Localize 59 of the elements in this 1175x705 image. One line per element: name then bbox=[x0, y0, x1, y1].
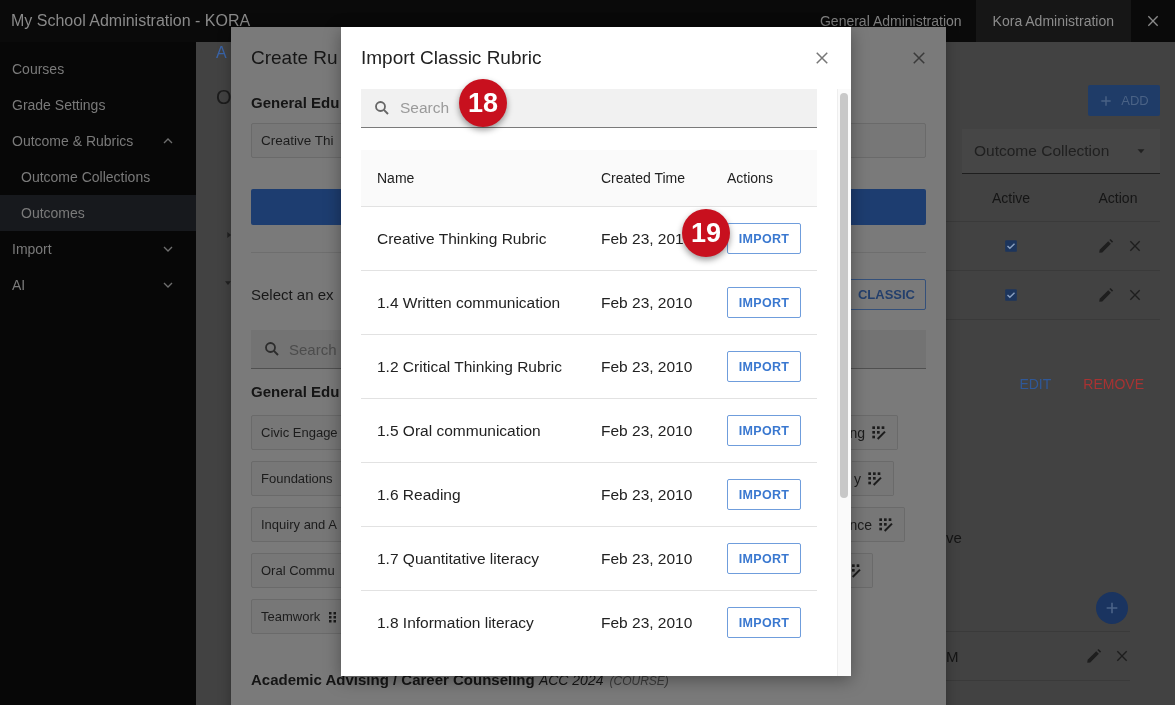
search-icon bbox=[263, 340, 281, 358]
section-title: General Edu bbox=[251, 93, 340, 113]
close-icon[interactable] bbox=[1145, 13, 1161, 29]
checked-checkbox[interactable] bbox=[1004, 288, 1018, 302]
table-cell: Feb 23, 2010 bbox=[601, 549, 693, 567]
column-header: Name bbox=[376, 170, 416, 186]
table-cell: Feb 23, 201 bbox=[601, 229, 684, 247]
edit-icon[interactable] bbox=[1097, 286, 1115, 304]
table-cell: Feb 23, 2010 bbox=[601, 613, 693, 631]
edit-icon[interactable] bbox=[1085, 647, 1103, 665]
search-icon bbox=[373, 99, 391, 117]
scrollbar[interactable] bbox=[837, 89, 851, 676]
close-icon[interactable] bbox=[910, 49, 928, 67]
sidebar-item[interactable]: Courses bbox=[0, 51, 196, 87]
rubric-chip[interactable]: y bbox=[852, 461, 894, 496]
dialog-title: Create Ru bbox=[251, 47, 338, 69]
edit-icon[interactable] bbox=[1097, 237, 1115, 255]
scrollbar-thumb[interactable] bbox=[840, 93, 848, 498]
table-cell: Feb 23, 2010 bbox=[601, 293, 693, 311]
import-button[interactable]: IMPORT bbox=[727, 607, 801, 638]
app-title: My School Administration - KORA bbox=[10, 12, 252, 30]
nav-tab[interactable]: Kora Administration bbox=[975, 0, 1131, 42]
plus-icon bbox=[1104, 600, 1120, 616]
close-icon[interactable] bbox=[813, 49, 831, 67]
add-fab[interactable] bbox=[1096, 592, 1128, 624]
sidebar-item[interactable]: Grade Settings bbox=[0, 87, 196, 123]
import-button[interactable]: IMPORT bbox=[727, 479, 801, 510]
sidebar-item[interactable]: Outcome & Rubrics bbox=[0, 123, 196, 159]
import-button[interactable]: IMPORT bbox=[727, 223, 801, 254]
table-cell: 1.6 Reading bbox=[377, 485, 461, 503]
sidebar-item[interactable]: Outcome Collections bbox=[0, 159, 196, 195]
course-tag: (COURSE) bbox=[609, 674, 669, 688]
group-title: General Edu bbox=[251, 382, 340, 402]
column-header: Actions bbox=[727, 170, 774, 186]
dialog-title: Import Classic Rubric bbox=[361, 47, 542, 69]
plus-icon bbox=[1099, 93, 1114, 108]
checked-checkbox[interactable] bbox=[1004, 239, 1018, 253]
prompt-text: Select an ex bbox=[251, 286, 334, 303]
column-header: Created Time bbox=[601, 170, 687, 186]
grid-pencil-icon bbox=[878, 516, 894, 533]
table-cell: 1.7 Quantitative literacy bbox=[377, 549, 539, 567]
table-cell: 1.2 Critical Thinking Rubric bbox=[377, 357, 562, 375]
grid-pencil-icon bbox=[871, 424, 887, 441]
import-button[interactable]: IMPORT bbox=[727, 415, 801, 446]
table-cell: 1.4 Written communication bbox=[377, 293, 561, 311]
sidebar-item[interactable]: Import bbox=[0, 231, 196, 267]
table-cell: Feb 23, 2010 bbox=[601, 485, 693, 503]
import-button[interactable]: IMPORT bbox=[727, 287, 801, 318]
table-cell: 1.8 Information literacy bbox=[377, 613, 534, 631]
table-cell: Feb 23, 2010 bbox=[601, 421, 693, 439]
table-cell: 1.5 Oral communication bbox=[377, 421, 541, 439]
sidebar-item[interactable]: AI bbox=[0, 267, 196, 303]
import-button[interactable]: IMPORT bbox=[727, 543, 801, 574]
import-button[interactable]: IMPORT bbox=[727, 351, 801, 382]
table-cell: Feb 23, 2010 bbox=[601, 357, 693, 375]
table-cell: Creative Thinking Rubric bbox=[377, 229, 547, 247]
nav-tab[interactable]: General Administration bbox=[805, 0, 976, 42]
grid-pencil-icon bbox=[867, 470, 883, 487]
sidebar-item[interactable]: Outcomes bbox=[0, 195, 196, 231]
